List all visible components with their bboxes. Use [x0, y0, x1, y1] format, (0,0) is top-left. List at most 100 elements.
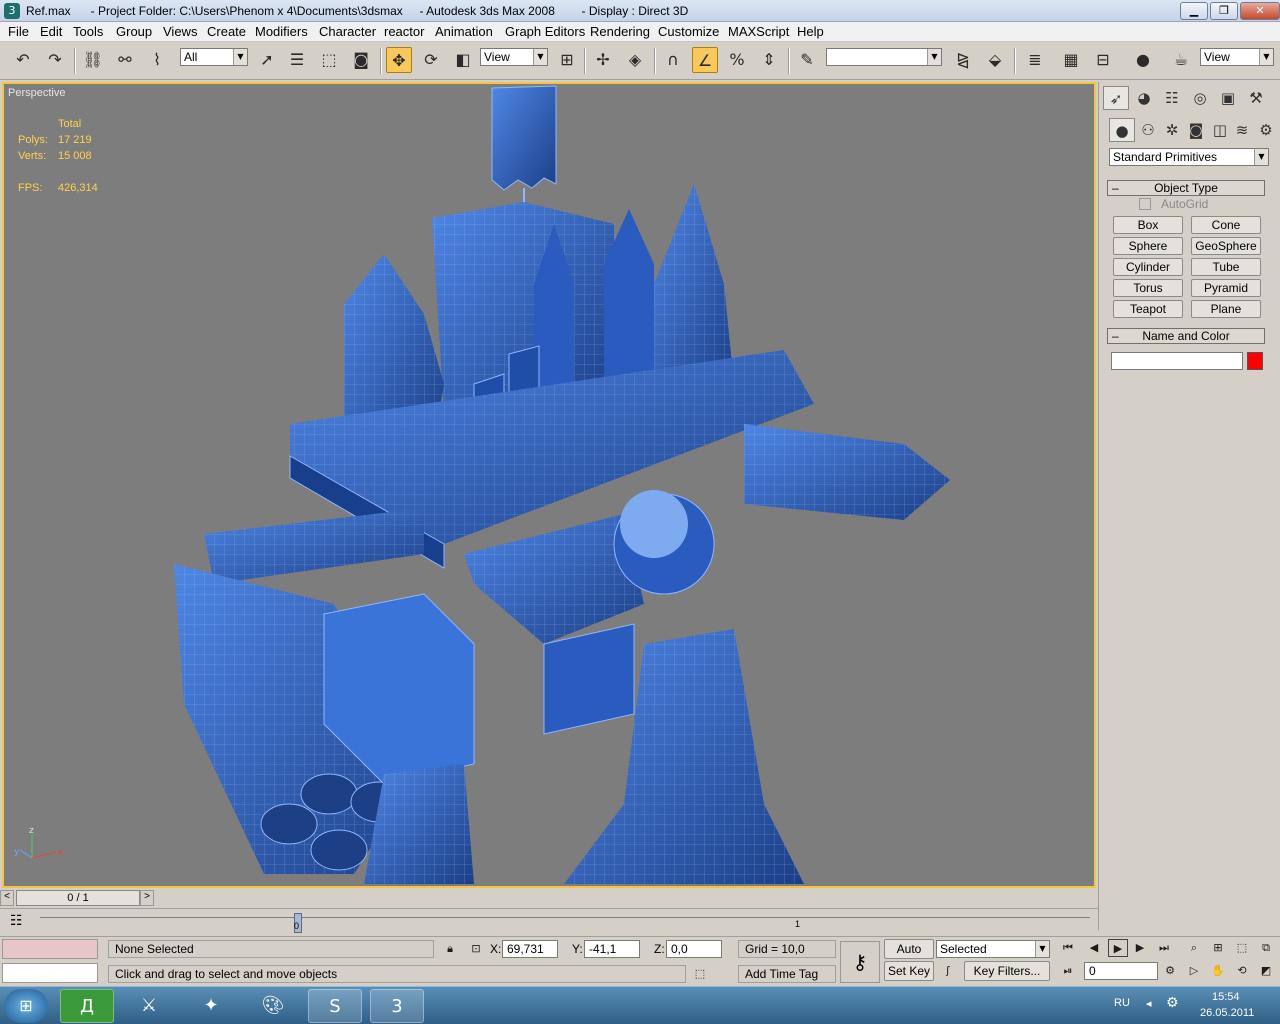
maxscript-listener[interactable]: [2, 939, 98, 959]
set-key-icon[interactable]: ⚷: [840, 941, 880, 983]
cone-button[interactable]: Cone: [1191, 216, 1261, 234]
schematic-view-icon[interactable]: ⊟: [1090, 47, 1116, 73]
x-coordinate-input[interactable]: 69,731: [502, 940, 558, 958]
menu-tools[interactable]: Tools: [73, 24, 103, 39]
skype-icon[interactable]: S: [308, 989, 362, 1023]
perspective-viewport[interactable]: Perspective Total Polys: 17 219 Verts: 1…: [2, 82, 1096, 888]
set-key-button[interactable]: Set Key: [884, 961, 934, 981]
curve-editor-icon[interactable]: ▦: [1058, 47, 1084, 73]
time-next-button[interactable]: >: [140, 890, 154, 906]
tray-arrow-icon[interactable]: ◂: [1146, 997, 1152, 1010]
track-bar[interactable]: ☷ 0 1: [0, 908, 1098, 936]
spinner-snap-icon[interactable]: ⇕: [756, 47, 782, 73]
key-filters-button[interactable]: Key Filters...: [964, 961, 1050, 981]
current-frame-input[interactable]: 0: [1084, 962, 1158, 980]
3dsmax-icon[interactable]: 3: [4, 3, 20, 19]
start-button[interactable]: ⊞: [4, 989, 48, 1023]
bind-space-warp-icon[interactable]: ⌇: [144, 47, 170, 73]
object-color-swatch[interactable]: [1247, 352, 1263, 370]
menu-edit[interactable]: Edit: [40, 24, 62, 39]
maximize-viewport-icon[interactable]: ◩: [1256, 962, 1276, 980]
restore-button[interactable]: ❐: [1210, 2, 1238, 20]
menu-help[interactable]: Help: [797, 24, 824, 39]
layer-manager-icon[interactable]: ≣: [1022, 47, 1048, 73]
utilities-tab-icon[interactable]: ⚒: [1243, 86, 1269, 110]
selection-lock-icon[interactable]: ⬚: [690, 965, 710, 983]
zoom-extents-all-icon[interactable]: ⧉: [1256, 939, 1276, 957]
zoom-all-icon[interactable]: ⊞: [1208, 939, 1228, 957]
previous-frame-icon[interactable]: ◀: [1084, 939, 1104, 957]
3dsmax-taskbar-icon[interactable]: 3: [370, 989, 424, 1023]
plane-button[interactable]: Plane: [1191, 300, 1261, 318]
scale-icon[interactable]: ◧: [450, 47, 476, 73]
time-slider[interactable]: < 0 / 1 >: [0, 888, 1098, 908]
lights-icon[interactable]: ✲: [1159, 118, 1185, 142]
minimize-button[interactable]: ▁: [1180, 2, 1208, 20]
material-editor-icon[interactable]: ●: [1130, 47, 1156, 73]
rotate-icon[interactable]: ⟳: [418, 47, 444, 73]
object-name-input[interactable]: [1111, 352, 1243, 370]
absolute-mode-icon[interactable]: ⊡: [466, 940, 486, 958]
hierarchy-tab-icon[interactable]: ☷: [1159, 86, 1185, 110]
edit-named-selection-icon[interactable]: ✎: [794, 47, 820, 73]
move-icon[interactable]: ✥: [386, 47, 412, 73]
cylinder-button[interactable]: Cylinder: [1113, 258, 1183, 276]
next-frame-icon[interactable]: ▶: [1130, 939, 1150, 957]
select-by-name-icon[interactable]: ☰: [284, 47, 310, 73]
auto-key-button[interactable]: Auto Key: [884, 939, 934, 974]
lock-icon[interactable]: 🔒︎: [440, 940, 460, 958]
go-to-end-icon[interactable]: ⏭: [1154, 939, 1174, 957]
language-indicator[interactable]: RU: [1114, 997, 1130, 1009]
add-time-tag[interactable]: Add Time Tag: [738, 965, 836, 983]
clock-time[interactable]: 15:54: [1212, 991, 1240, 1003]
pivot-center-icon[interactable]: ⊞: [554, 47, 580, 73]
space-warps-icon[interactable]: ≋: [1229, 118, 1255, 142]
close-button[interactable]: ✕: [1240, 2, 1280, 20]
mirror-icon[interactable]: ⧎: [950, 47, 976, 73]
rectangular-selection-icon[interactable]: ⬚: [316, 47, 342, 73]
percent-snap-icon[interactable]: %: [724, 47, 750, 73]
play-icon[interactable]: ▶: [1108, 939, 1128, 957]
menu-maxscript[interactable]: MAXScript: [728, 24, 789, 39]
arc-rotate-icon[interactable]: ⟲: [1232, 962, 1252, 980]
tube-button[interactable]: Tube: [1191, 258, 1261, 276]
robot-model-wireframe[interactable]: [4, 84, 1094, 886]
menu-file[interactable]: File: [8, 24, 29, 39]
autogrid-checkbox[interactable]: [1139, 198, 1151, 210]
field-of-view-icon[interactable]: ▷: [1184, 962, 1204, 980]
selection-filter-dropdown[interactable]: All ▼: [180, 48, 248, 66]
key-mode-toggle-icon[interactable]: ⏯: [1058, 962, 1078, 980]
render-setup-icon[interactable]: ☕: [1168, 47, 1194, 73]
teapot-button[interactable]: Teapot: [1113, 300, 1183, 318]
align-icon[interactable]: ⬙: [982, 47, 1008, 73]
menu-modifiers[interactable]: Modifiers: [255, 24, 308, 39]
snaps-toggle-icon[interactable]: ∩: [660, 47, 686, 73]
window-crossing-icon[interactable]: ◙: [348, 47, 374, 73]
menu-rendering[interactable]: Rendering: [590, 24, 650, 39]
zoom-icon[interactable]: ⌕: [1184, 939, 1204, 957]
cameras-icon[interactable]: ◙: [1183, 118, 1209, 142]
z-coordinate-input[interactable]: 0,0: [666, 940, 722, 958]
torus-button[interactable]: Torus: [1113, 279, 1183, 297]
object-type-rollout[interactable]: – Object Type: [1107, 180, 1265, 196]
keyboard-shortcut-icon[interactable]: ◈: [622, 47, 648, 73]
time-slider-thumb[interactable]: 0 / 1: [16, 890, 140, 906]
select-link-icon[interactable]: ⛓: [80, 47, 106, 73]
zoom-extents-icon[interactable]: ⬚: [1232, 939, 1252, 957]
box-button[interactable]: Box: [1113, 216, 1183, 234]
paint-icon[interactable]: 🎨︎: [246, 989, 300, 1023]
redo-icon[interactable]: ↷: [42, 47, 68, 73]
taskbar-app-2-icon[interactable]: ⚔: [122, 989, 176, 1023]
geometry-icon[interactable]: ●: [1109, 118, 1135, 142]
create-tab-icon[interactable]: ➶: [1103, 86, 1129, 110]
reference-coord-dropdown[interactable]: View ▼: [480, 48, 548, 66]
go-to-start-icon[interactable]: ⏮: [1058, 939, 1078, 957]
select-object-icon[interactable]: ➚: [254, 47, 280, 73]
motion-tab-icon[interactable]: ◎: [1187, 86, 1213, 110]
key-mode-dropdown[interactable]: Selected ▼: [936, 940, 1050, 958]
menu-customize[interactable]: Customize: [658, 24, 719, 39]
open-mini-curve-editor-icon[interactable]: ☷: [10, 913, 23, 929]
clock-date[interactable]: 26.05.2011: [1200, 1007, 1254, 1019]
select-manipulate-icon[interactable]: ✢: [590, 47, 616, 73]
menu-reactor[interactable]: reactor: [384, 24, 424, 39]
